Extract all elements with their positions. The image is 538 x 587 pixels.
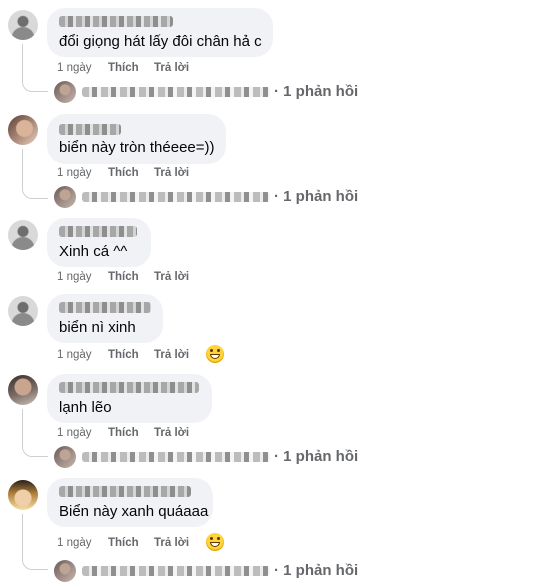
- like-button[interactable]: Thích: [108, 427, 139, 439]
- reply-button[interactable]: Trả lời: [154, 349, 189, 361]
- comment-text: đổi giọng hát lấy đôi chân hả c: [59, 33, 262, 50]
- reply-count[interactable]: · 1 phản hồi: [274, 188, 358, 205]
- like-button[interactable]: Thích: [108, 167, 139, 179]
- comment-bubble: Xinh cá ^^: [47, 218, 151, 267]
- thread-curve: [22, 185, 48, 199]
- comment-avatar[interactable]: [8, 10, 38, 40]
- thread-line: [22, 514, 23, 556]
- comment-avatar[interactable]: [8, 296, 38, 326]
- thread-line: [22, 149, 23, 185]
- reply-avatar: [54, 81, 76, 103]
- comment-time[interactable]: 1 ngày: [57, 349, 92, 361]
- reply-avatar: [54, 186, 76, 208]
- like-button[interactable]: Thích: [108, 537, 139, 549]
- comment-time[interactable]: 1 ngày: [57, 62, 92, 74]
- reply-button[interactable]: Trả lời: [154, 167, 189, 179]
- thread-line: [22, 44, 23, 78]
- comment-avatar[interactable]: [8, 480, 38, 510]
- reply-button[interactable]: Trả lời: [154, 537, 189, 549]
- comment-bubble: lạnh lẽo: [47, 374, 212, 423]
- like-button[interactable]: Thích: [108, 62, 139, 74]
- author-name-blurred[interactable]: [59, 486, 191, 497]
- reply-button[interactable]: Trả lời: [154, 62, 189, 74]
- comment-bubble: đổi giọng hát lấy đôi chân hả c: [47, 8, 273, 57]
- comment-time[interactable]: 1 ngày: [57, 537, 92, 549]
- comment-text: Biển này xanh quáaaa: [59, 503, 209, 520]
- reply-author-blurred: [82, 566, 270, 576]
- comment-time[interactable]: 1 ngày: [57, 167, 92, 179]
- author-name-blurred[interactable]: [59, 226, 137, 237]
- comment-text: biển nì xinh: [59, 319, 136, 336]
- comment-avatar[interactable]: [8, 115, 38, 145]
- reply-avatar: [54, 446, 76, 468]
- comment-avatar[interactable]: [8, 220, 38, 250]
- reply-button[interactable]: Trả lời: [154, 427, 189, 439]
- reply-count[interactable]: · 1 phản hồi: [274, 448, 358, 465]
- reply-count[interactable]: · 1 phản hồi: [274, 562, 358, 579]
- reply-author-blurred: [82, 192, 270, 202]
- author-name-blurred[interactable]: [59, 302, 151, 313]
- comment-text: biển này tròn théeee=)): [59, 139, 215, 156]
- comment-bubble: biển này tròn théeee=)): [47, 114, 226, 164]
- thread-curve: [22, 556, 48, 570]
- comment-time[interactable]: 1 ngày: [57, 271, 92, 283]
- comment-bubble: Biển này xanh quáaaa: [47, 478, 213, 527]
- like-button[interactable]: Thích: [108, 349, 139, 361]
- reply-button[interactable]: Trả lời: [154, 271, 189, 283]
- thread-curve: [22, 443, 48, 457]
- comment-bubble: biển nì xinh: [47, 294, 163, 343]
- author-name-blurred[interactable]: [59, 124, 121, 135]
- grinning-emoji-icon[interactable]: [206, 345, 224, 363]
- thread-curve: [22, 78, 48, 92]
- reply-author-blurred: [82, 87, 270, 97]
- comment-time[interactable]: 1 ngày: [57, 427, 92, 439]
- reply-author-blurred: [82, 452, 270, 462]
- comment-avatar[interactable]: [8, 375, 38, 405]
- reply-avatar: [54, 560, 76, 582]
- thread-line: [22, 409, 23, 443]
- comment-text: lạnh lẽo: [59, 399, 112, 416]
- like-button[interactable]: Thích: [108, 271, 139, 283]
- comment-text: Xinh cá ^^: [59, 243, 128, 260]
- author-name-blurred[interactable]: [59, 382, 199, 393]
- grinning-emoji-icon[interactable]: [206, 533, 224, 551]
- author-name-blurred[interactable]: [59, 16, 173, 27]
- reply-count[interactable]: · 1 phản hồi: [274, 83, 358, 100]
